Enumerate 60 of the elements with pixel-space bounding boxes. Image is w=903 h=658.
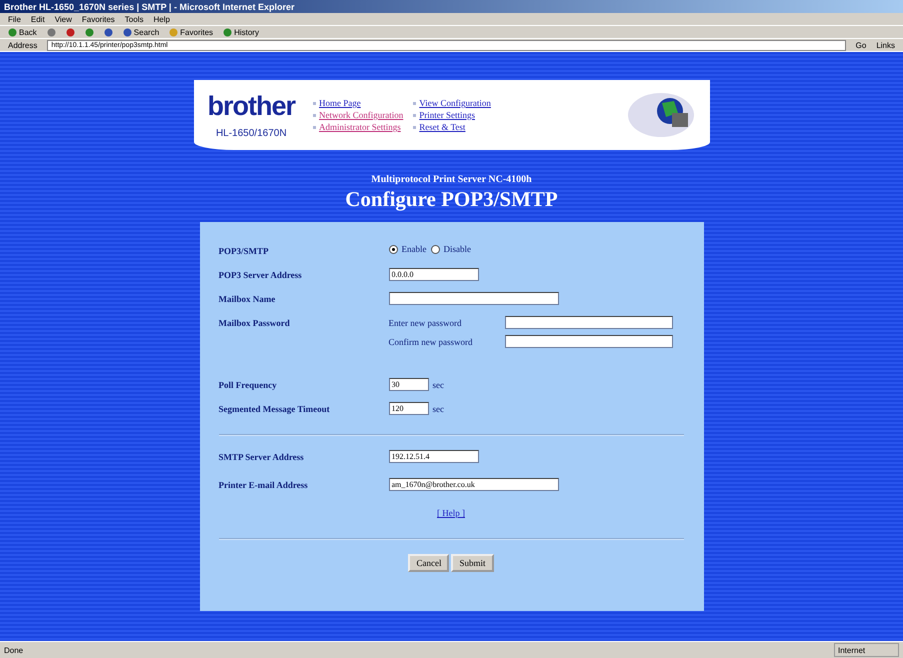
toolbar-label[interactable]: Search bbox=[134, 28, 160, 36]
radio-label: Enable bbox=[402, 244, 426, 254]
globe-printer-icon bbox=[626, 91, 696, 139]
toolbar-label[interactable]: History bbox=[234, 28, 259, 36]
bullet-icon bbox=[313, 114, 316, 116]
status-text: Done bbox=[4, 646, 24, 654]
nav-link[interactable]: Administrator Settings bbox=[319, 122, 401, 132]
address-label: Address bbox=[8, 40, 38, 50]
text-field[interactable]: 192.12.51.4 bbox=[388, 450, 478, 463]
form-button[interactable]: Cancel bbox=[408, 554, 450, 572]
model-name: HL-1650/1670N bbox=[216, 128, 287, 139]
go-button[interactable]: Go bbox=[856, 40, 866, 50]
page-subtitle: Multiprotocol Print Server NC-4100h bbox=[371, 174, 532, 185]
help-link[interactable]: [ Help ] bbox=[437, 508, 465, 518]
window-title: Brother HL-1650_1670N series | SMTP | - Microsoft Internet Explorer bbox=[0, 0, 903, 13]
field-label: Printer E-mail Address bbox=[218, 479, 309, 490]
text-field[interactable]: 120 bbox=[388, 402, 428, 415]
bullet-icon bbox=[413, 102, 416, 104]
text-field[interactable]: 30 bbox=[388, 378, 428, 391]
field-label: POP3/SMTP bbox=[218, 245, 270, 256]
field-label: Confirm new password bbox=[388, 336, 474, 346]
nav-link[interactable]: Reset & Test bbox=[419, 122, 466, 132]
bullet-icon bbox=[313, 102, 316, 104]
toolbar-label[interactable]: Back bbox=[19, 28, 37, 36]
password-field[interactable] bbox=[504, 335, 672, 348]
menu-item[interactable]: Help bbox=[153, 14, 170, 24]
menu-item[interactable]: View bbox=[54, 14, 72, 24]
toolbar-label[interactable]: Favorites bbox=[180, 28, 214, 36]
menu-item[interactable]: Tools bbox=[124, 14, 144, 24]
menu-item[interactable]: Favorites bbox=[82, 14, 115, 24]
unit-label: sec bbox=[432, 404, 444, 414]
text-field[interactable]: 0.0.0.0 bbox=[388, 268, 478, 281]
field-label: Mailbox Name bbox=[218, 293, 276, 304]
text-field[interactable]: am_1670n@brother.co.uk bbox=[388, 478, 558, 491]
radio-label: Disable bbox=[444, 244, 471, 254]
unit-label: sec bbox=[432, 380, 444, 390]
nav-link[interactable]: View Configuration bbox=[419, 98, 491, 108]
field-label: SMTP Server Address bbox=[218, 451, 305, 462]
field-label: Enter new password bbox=[388, 318, 462, 328]
menu-item[interactable]: File bbox=[8, 14, 21, 24]
links-button[interactable]: Links bbox=[876, 40, 895, 50]
brand-logo: brother bbox=[208, 91, 295, 122]
nav-link[interactable]: Network Configuration bbox=[319, 110, 404, 120]
field-label: Poll Frequency bbox=[218, 379, 278, 390]
nav-link[interactable]: Home Page bbox=[319, 98, 361, 108]
radio-button[interactable] bbox=[430, 244, 440, 254]
page-title: Configure POP3/SMTP bbox=[345, 187, 558, 212]
zone-indicator: Internet bbox=[834, 643, 899, 657]
menu-item[interactable]: Edit bbox=[30, 14, 45, 24]
field-label: POP3 Server Address bbox=[218, 269, 303, 280]
bullet-icon bbox=[413, 114, 416, 116]
field-label: Segmented Message Timeout bbox=[218, 403, 331, 414]
form-button[interactable]: Submit bbox=[451, 554, 494, 572]
radio-button[interactable] bbox=[388, 244, 398, 254]
bullet-icon bbox=[313, 126, 316, 128]
nav-link[interactable]: Printer Settings bbox=[419, 110, 475, 120]
text-field[interactable] bbox=[388, 292, 558, 305]
field-label: Mailbox Password bbox=[218, 317, 291, 328]
password-field[interactable] bbox=[504, 316, 672, 329]
bullet-icon bbox=[413, 126, 416, 128]
